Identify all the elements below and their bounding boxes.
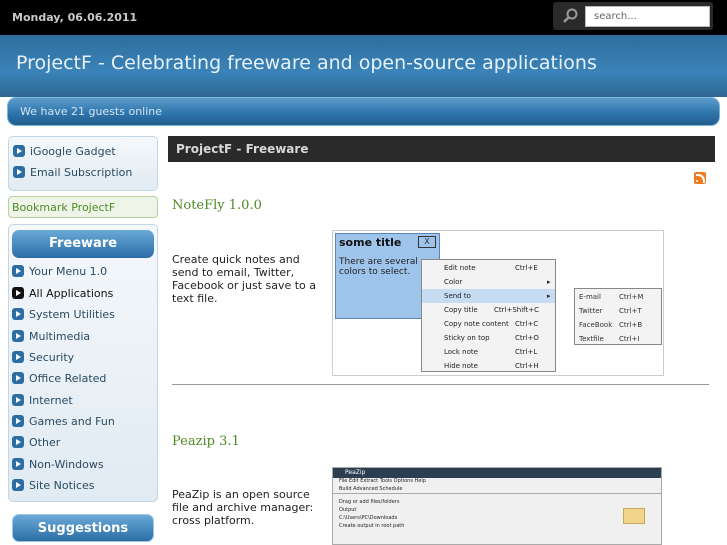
sidebar-item-label: Security — [29, 350, 75, 364]
close-icon: X — [418, 236, 436, 248]
site-header: ProjectF - Celebrating freeware and open… — [0, 35, 727, 97]
peazip-line: Drag or add files/folders — [339, 499, 400, 505]
submenu-item: Twitter Ctrl+T — [579, 307, 642, 315]
guests-online-bar: We have 21 guests online — [7, 97, 720, 126]
bullet-arrow-icon — [12, 372, 24, 384]
menu-item: Sticky on top Ctrl+O — [444, 334, 539, 342]
sidebar-item-label: Non-Windows — [29, 457, 104, 471]
bullet-arrow-icon — [12, 479, 24, 491]
peazip-line: C:\Users\PC\Downloads — [339, 515, 398, 521]
submenu-item: FaceBook Ctrl+B — [579, 321, 643, 329]
top-bar: Monday, 06.06.2011 — [0, 0, 727, 35]
article-title-peazip[interactable]: Peazip 3.1 — [172, 434, 240, 449]
menu-item: Hide note Ctrl+H — [444, 362, 539, 370]
rss-icon[interactable] — [694, 172, 706, 184]
sidebar-item-internet[interactable]: Internet — [12, 391, 73, 409]
sidebar-item-label: Games and Fun — [29, 414, 115, 428]
note-body: There are several colors to select. — [339, 257, 418, 277]
current-date: Monday, 06.06.2011 — [12, 11, 138, 24]
subscribe-box: iGoogle Gadget Email Subscription — [8, 136, 158, 191]
sidebar-item-office-related[interactable]: Office Related — [12, 369, 106, 387]
bullet-arrow-icon — [12, 330, 24, 342]
submenu-item: E-mail Ctrl+M — [579, 293, 644, 301]
sidebar-item-label: Internet — [29, 393, 73, 407]
sidebar-item-multimedia[interactable]: Multimedia — [12, 327, 90, 345]
send-to-submenu: E-mail Ctrl+M Twitter Ctrl+T FaceBook Ctrl+… — [574, 288, 662, 345]
sidebar-item-other[interactable]: Other — [12, 433, 60, 451]
bullet-arrow-icon — [12, 287, 24, 299]
submenu-item: Textfile Ctrl+I — [579, 335, 640, 343]
article-text-peazip: PeaZip is an open source file and archiv… — [172, 488, 314, 527]
guests-online-text: We have 21 guests online — [20, 105, 163, 118]
menu-item: Lock note Ctrl+L — [444, 348, 538, 356]
note-title: some title — [339, 236, 402, 249]
sidebar-item-label: Other — [29, 435, 61, 449]
article-divider — [172, 384, 709, 385]
bullet-arrow-icon — [12, 415, 24, 427]
sidebar-item-label: Your Menu 1.0 — [29, 264, 108, 278]
article-title-notefly[interactable]: NoteFly 1.0.0 — [172, 198, 262, 213]
article-text-notefly: Create quick notes and send to email, Tw… — [172, 253, 317, 305]
main-content: ProjectF - Freeware NoteFly 1.0.0 Create… — [166, 126, 727, 545]
menu-item: Color ▸ — [444, 278, 551, 286]
peazip-menu: File Edit Extract Tools Options Help — [339, 478, 426, 484]
search-icon[interactable] — [561, 7, 579, 25]
sidebar-item-label: Multimedia — [29, 329, 91, 343]
site-title[interactable]: ProjectF - Celebrating freeware and open… — [16, 52, 597, 74]
folder-icon — [623, 508, 645, 524]
bullet-arrow-icon — [12, 436, 24, 448]
sidebar-item-system-utilities[interactable]: System Utilities — [12, 305, 115, 323]
menu-item-highlighted: Send to ▸ — [422, 289, 555, 303]
sidebar-item-label: Email Subscription — [30, 165, 133, 179]
peazip-body: Drag or add files/folders Output C:\User… — [333, 494, 661, 534]
sidebar-item-your-menu[interactable]: Your Menu 1.0 — [12, 262, 107, 280]
menu-item: Copy title Ctrl+Shift+C — [444, 306, 539, 314]
sidebar-item-label: All Applications — [29, 286, 114, 300]
sidebar-item-site-notices[interactable]: Site Notices — [12, 476, 95, 494]
peazip-line: Output — [339, 507, 357, 513]
sidebar-item-all-applications[interactable]: All Applications — [12, 284, 113, 302]
sidebar-item-label: Site Notices — [29, 478, 95, 492]
menu-item: Copy note content Ctrl+C — [444, 320, 539, 328]
bullet-arrow-icon — [12, 265, 24, 277]
notefly-screenshot[interactable]: some title X There are several colors to… — [332, 230, 664, 376]
bookmark-link[interactable]: Bookmark ProjectF — [8, 196, 158, 218]
bullet-arrow-icon — [12, 308, 24, 320]
sidebar-item-label: System Utilities — [29, 307, 115, 321]
suggestions-header[interactable]: Suggestions — [12, 514, 154, 542]
section-title: ProjectF - Freeware — [168, 136, 715, 162]
sidebar-item-igoogle-gadget[interactable]: iGoogle Gadget — [13, 142, 116, 160]
context-menu: Edit note Ctrl+E Color ▸ Send to ▸ Copy tit… — [421, 259, 556, 372]
sidebar-item-games-and-fun[interactable]: Games and Fun — [12, 412, 115, 430]
bullet-arrow-icon — [12, 394, 24, 406]
peazip-screenshot[interactable]: PeaZip File Edit Extract Tools Options H… — [332, 467, 662, 545]
sidebar-item-label: Office Related — [29, 371, 107, 385]
freeware-header[interactable]: Freeware — [12, 230, 154, 258]
bullet-arrow-icon — [13, 166, 25, 178]
peazip-window-title: PeaZip — [333, 468, 661, 478]
sidebar-item-label: iGoogle Gadget — [30, 144, 116, 158]
bullet-arrow-icon — [13, 145, 25, 157]
peazip-line: Create output in root path — [339, 523, 405, 529]
bullet-arrow-icon — [12, 351, 24, 363]
bullet-arrow-icon — [12, 458, 24, 470]
sidebar-item-security[interactable]: Security — [12, 348, 74, 366]
peazip-tabs: Build Advanced Schedule — [333, 486, 661, 494]
menu-item: Edit note Ctrl+E — [444, 264, 538, 272]
sidebar-item-email-subscription[interactable]: Email Subscription — [13, 163, 132, 181]
sidebar-item-non-windows[interactable]: Non-Windows — [12, 455, 104, 473]
sidebar: iGoogle Gadget Email Subscription Bookma… — [0, 126, 166, 545]
search-input[interactable] — [585, 6, 710, 27]
